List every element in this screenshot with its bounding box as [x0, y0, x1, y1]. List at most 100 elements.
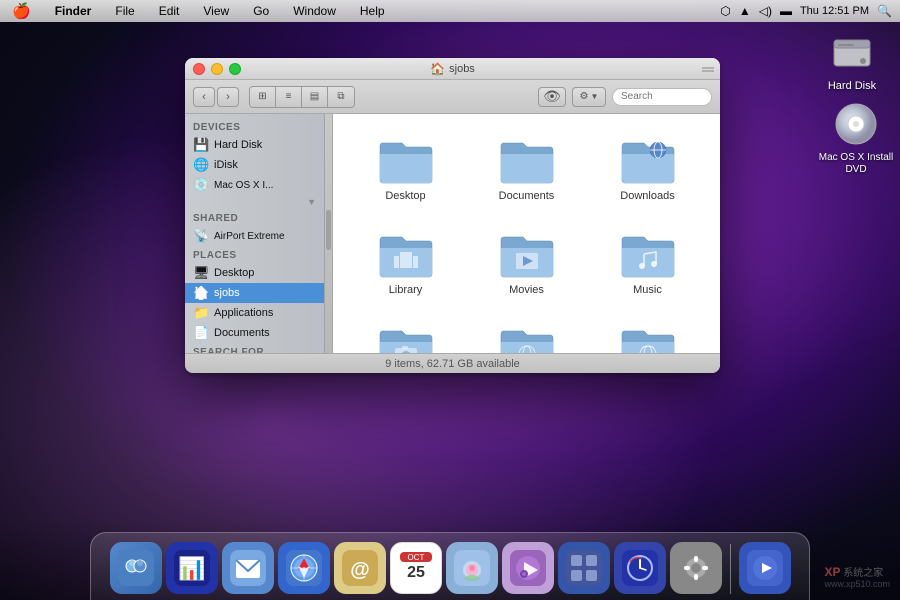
file-item-desktop[interactable]: Desktop	[349, 130, 462, 208]
status-text: 9 items, 62.71 GB available	[385, 358, 520, 370]
volume-icon[interactable]: ◁)	[759, 4, 772, 18]
folder-icon-pictures	[378, 324, 434, 353]
folder-icon-public	[499, 324, 555, 353]
file-item-sites[interactable]: Sites	[591, 318, 704, 353]
home-icon: 🏠	[430, 62, 445, 76]
menu-file[interactable]: File	[111, 2, 138, 20]
sidebar-item-macos[interactable]: 💿 Mac OS X I...	[185, 175, 324, 195]
folder-icon-music	[620, 230, 676, 280]
menubar: 🍎 Finder File Edit View Go Window Help ⬡…	[0, 0, 900, 22]
sidebar-places-header: PLACES	[185, 246, 324, 263]
folder-icon-desktop	[378, 136, 434, 186]
scrollbar-thumb[interactable]	[326, 210, 331, 250]
window-body: DEVICES 💾 Hard Disk 🌐 iDisk 💿 Mac OS X I…	[185, 114, 720, 353]
sidebar-item-hard-disk[interactable]: 💾 Hard Disk	[185, 135, 324, 155]
file-item-movies[interactable]: Movies	[470, 224, 583, 302]
menu-edit[interactable]: Edit	[155, 2, 184, 20]
maximize-button[interactable]	[229, 63, 241, 75]
file-item-public[interactable]: Public	[470, 318, 583, 353]
hard-disk-label: Hard Disk	[828, 80, 876, 92]
hard-disk-sidebar-icon: 💾	[193, 137, 209, 153]
icon-view-button[interactable]: ⊞	[250, 87, 276, 107]
file-label-library: Library	[389, 284, 423, 296]
quick-look-button[interactable]: 👁	[538, 87, 566, 107]
window-toolbar: ‹ › ⊞ ≡ ▤ ⧉ 👁 ⚙ ▼	[185, 80, 720, 114]
dock-item-spaces[interactable]	[558, 542, 610, 596]
desktop-sidebar-icon: 🖥	[193, 265, 209, 281]
dock-item-timemachine[interactable]	[614, 542, 666, 596]
dock-item-mail[interactable]	[222, 542, 274, 596]
sidebar-item-idisk[interactable]: 🌐 iDisk	[185, 155, 324, 175]
desktop-icon-hard-disk[interactable]: Hard Disk	[812, 28, 892, 92]
itunes-dock-icon	[502, 542, 554, 594]
spotlight-icon[interactable]: 🔍	[877, 4, 892, 18]
file-item-pictures[interactable]: Pictures	[349, 318, 462, 353]
file-item-documents[interactable]: Documents	[470, 130, 583, 208]
sidebar: DEVICES 💾 Hard Disk 🌐 iDisk 💿 Mac OS X I…	[185, 114, 325, 353]
documents-sidebar-icon: 📄	[193, 325, 209, 341]
sidebar-shared-header: SHARED	[185, 209, 324, 226]
dock-item-ical[interactable]: OCT 25	[390, 542, 442, 596]
dock-item-syspref[interactable]	[670, 542, 722, 596]
svg-text:25: 25	[407, 564, 425, 581]
folder-icon-library	[378, 230, 434, 280]
sidebar-search-header: SEARCH FOR	[185, 343, 324, 353]
minimize-button[interactable]	[211, 63, 223, 75]
quicktime-dock-icon	[739, 542, 791, 594]
close-button[interactable]	[193, 63, 205, 75]
menu-go[interactable]: Go	[249, 2, 273, 20]
apple-menu[interactable]: 🍎	[8, 0, 35, 22]
menu-window[interactable]: Window	[289, 2, 340, 20]
column-view-button[interactable]: ▤	[302, 87, 328, 107]
dock-item-itunes[interactable]	[502, 542, 554, 596]
forward-button[interactable]: ›	[217, 87, 239, 107]
list-view-button[interactable]: ≡	[276, 87, 302, 107]
window-collapse-button[interactable]	[702, 63, 714, 75]
dock-item-finder[interactable]	[110, 542, 162, 596]
sidebar-item-documents[interactable]: 📄 Documents	[185, 323, 324, 343]
cover-flow-button[interactable]: ⧉	[328, 87, 354, 107]
dvd-icon	[832, 100, 880, 148]
action-button[interactable]: ⚙ ▼	[572, 87, 606, 107]
gear-icon: ⚙	[580, 91, 589, 102]
finder-window: 🏠 sjobs ‹ › ⊞ ≡ ▤ ⧉ 👁 ⚙ ▼ DEVI	[185, 58, 720, 373]
sidebar-scrollbar[interactable]	[325, 114, 333, 353]
address-dock-icon: @	[334, 542, 386, 594]
window-titlebar: 🏠 sjobs	[185, 58, 720, 80]
sidebar-item-desktop[interactable]: 🖥 Desktop	[185, 263, 324, 283]
menu-finder[interactable]: Finder	[51, 2, 96, 20]
dock-item-safari[interactable]	[278, 542, 330, 596]
dock-item-quicktime[interactable]	[739, 542, 791, 596]
menu-view[interactable]: View	[199, 2, 233, 20]
file-item-downloads[interactable]: Downloads	[591, 130, 704, 208]
files-grid: Desktop Documents	[349, 130, 704, 353]
dock-item-dashboard[interactable]: 📊	[166, 542, 218, 596]
toolbar-nav: ‹ ›	[193, 87, 239, 107]
iphoto-dock-icon	[446, 542, 498, 594]
dashboard-dock-icon: 📊	[166, 542, 218, 594]
finder-dock-icon	[110, 542, 162, 594]
sjobs-icon: 🏠	[193, 285, 209, 301]
file-item-music[interactable]: Music	[591, 224, 704, 302]
bluetooth-icon[interactable]: ⬡	[720, 4, 730, 18]
safari-dock-icon	[278, 542, 330, 594]
back-button[interactable]: ‹	[193, 87, 215, 107]
sidebar-hard-disk-label: Hard Disk	[214, 139, 262, 151]
search-input[interactable]	[612, 88, 712, 106]
menu-help[interactable]: Help	[356, 2, 389, 20]
svg-text:OCT: OCT	[407, 553, 424, 562]
window-statusbar: 9 items, 62.71 GB available	[185, 353, 720, 373]
dock-item-address[interactable]: @	[334, 542, 386, 596]
sidebar-item-applications[interactable]: 📁 Applications	[185, 303, 324, 323]
sidebar-item-airport[interactable]: 📡 AirPort Extreme	[185, 226, 324, 246]
time-machine-dock-icon	[614, 542, 666, 594]
sidebar-desktop-label: Desktop	[214, 267, 254, 279]
dock-item-iphoto[interactable]	[446, 542, 498, 596]
expand-arrow[interactable]: ▼	[185, 195, 324, 209]
wifi-icon[interactable]: ▲	[739, 4, 751, 18]
desktop-icon-dvd[interactable]: Mac OS X Install DVD	[816, 100, 896, 176]
sidebar-item-sjobs[interactable]: 🏠 sjobs	[185, 283, 324, 303]
battery-icon[interactable]: ▬	[780, 4, 792, 18]
file-item-library[interactable]: Library	[349, 224, 462, 302]
sidebar-documents-label: Documents	[214, 327, 270, 339]
